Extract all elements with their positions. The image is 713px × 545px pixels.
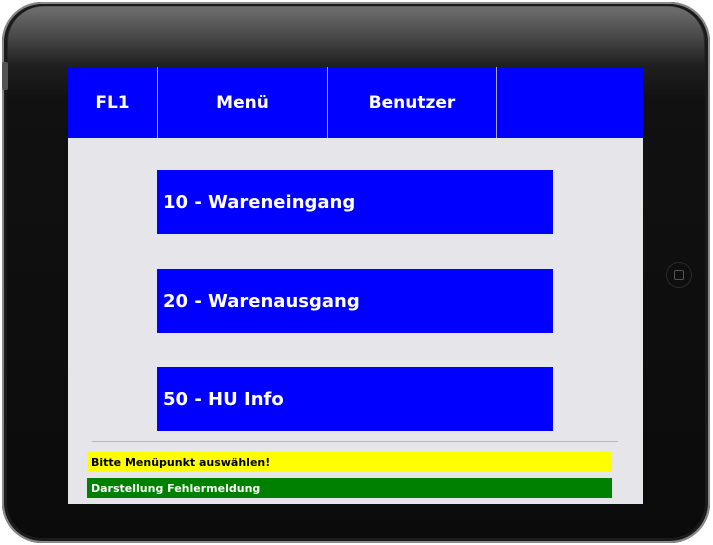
tablet-frame: FL1 Menü Benutzer 10 - Wareneingang 20 -…	[2, 2, 710, 543]
divider	[92, 441, 618, 442]
app-screen: FL1 Menü Benutzer 10 - Wareneingang 20 -…	[68, 67, 643, 504]
menu-item-warenausgang[interactable]: 20 - Warenausgang	[157, 269, 553, 333]
home-button-icon	[674, 270, 684, 280]
tab-user[interactable]: Benutzer	[328, 67, 497, 138]
home-button[interactable]	[666, 262, 692, 288]
prompt-message-bar: Bitte Menüpunkt auswählen!	[87, 452, 612, 472]
menu-item-hu-info[interactable]: 50 - HU Info	[157, 367, 553, 431]
side-volume-button	[2, 62, 8, 90]
error-message-bar: Darstellung Fehlermeldung	[87, 478, 612, 498]
top-navigation-bar: FL1 Menü Benutzer	[68, 67, 643, 138]
menu-item-wareneingang[interactable]: 10 - Wareneingang	[157, 170, 553, 234]
tab-fl1[interactable]: FL1	[68, 67, 158, 138]
tab-empty[interactable]	[497, 67, 643, 138]
tab-menu[interactable]: Menü	[158, 67, 328, 138]
